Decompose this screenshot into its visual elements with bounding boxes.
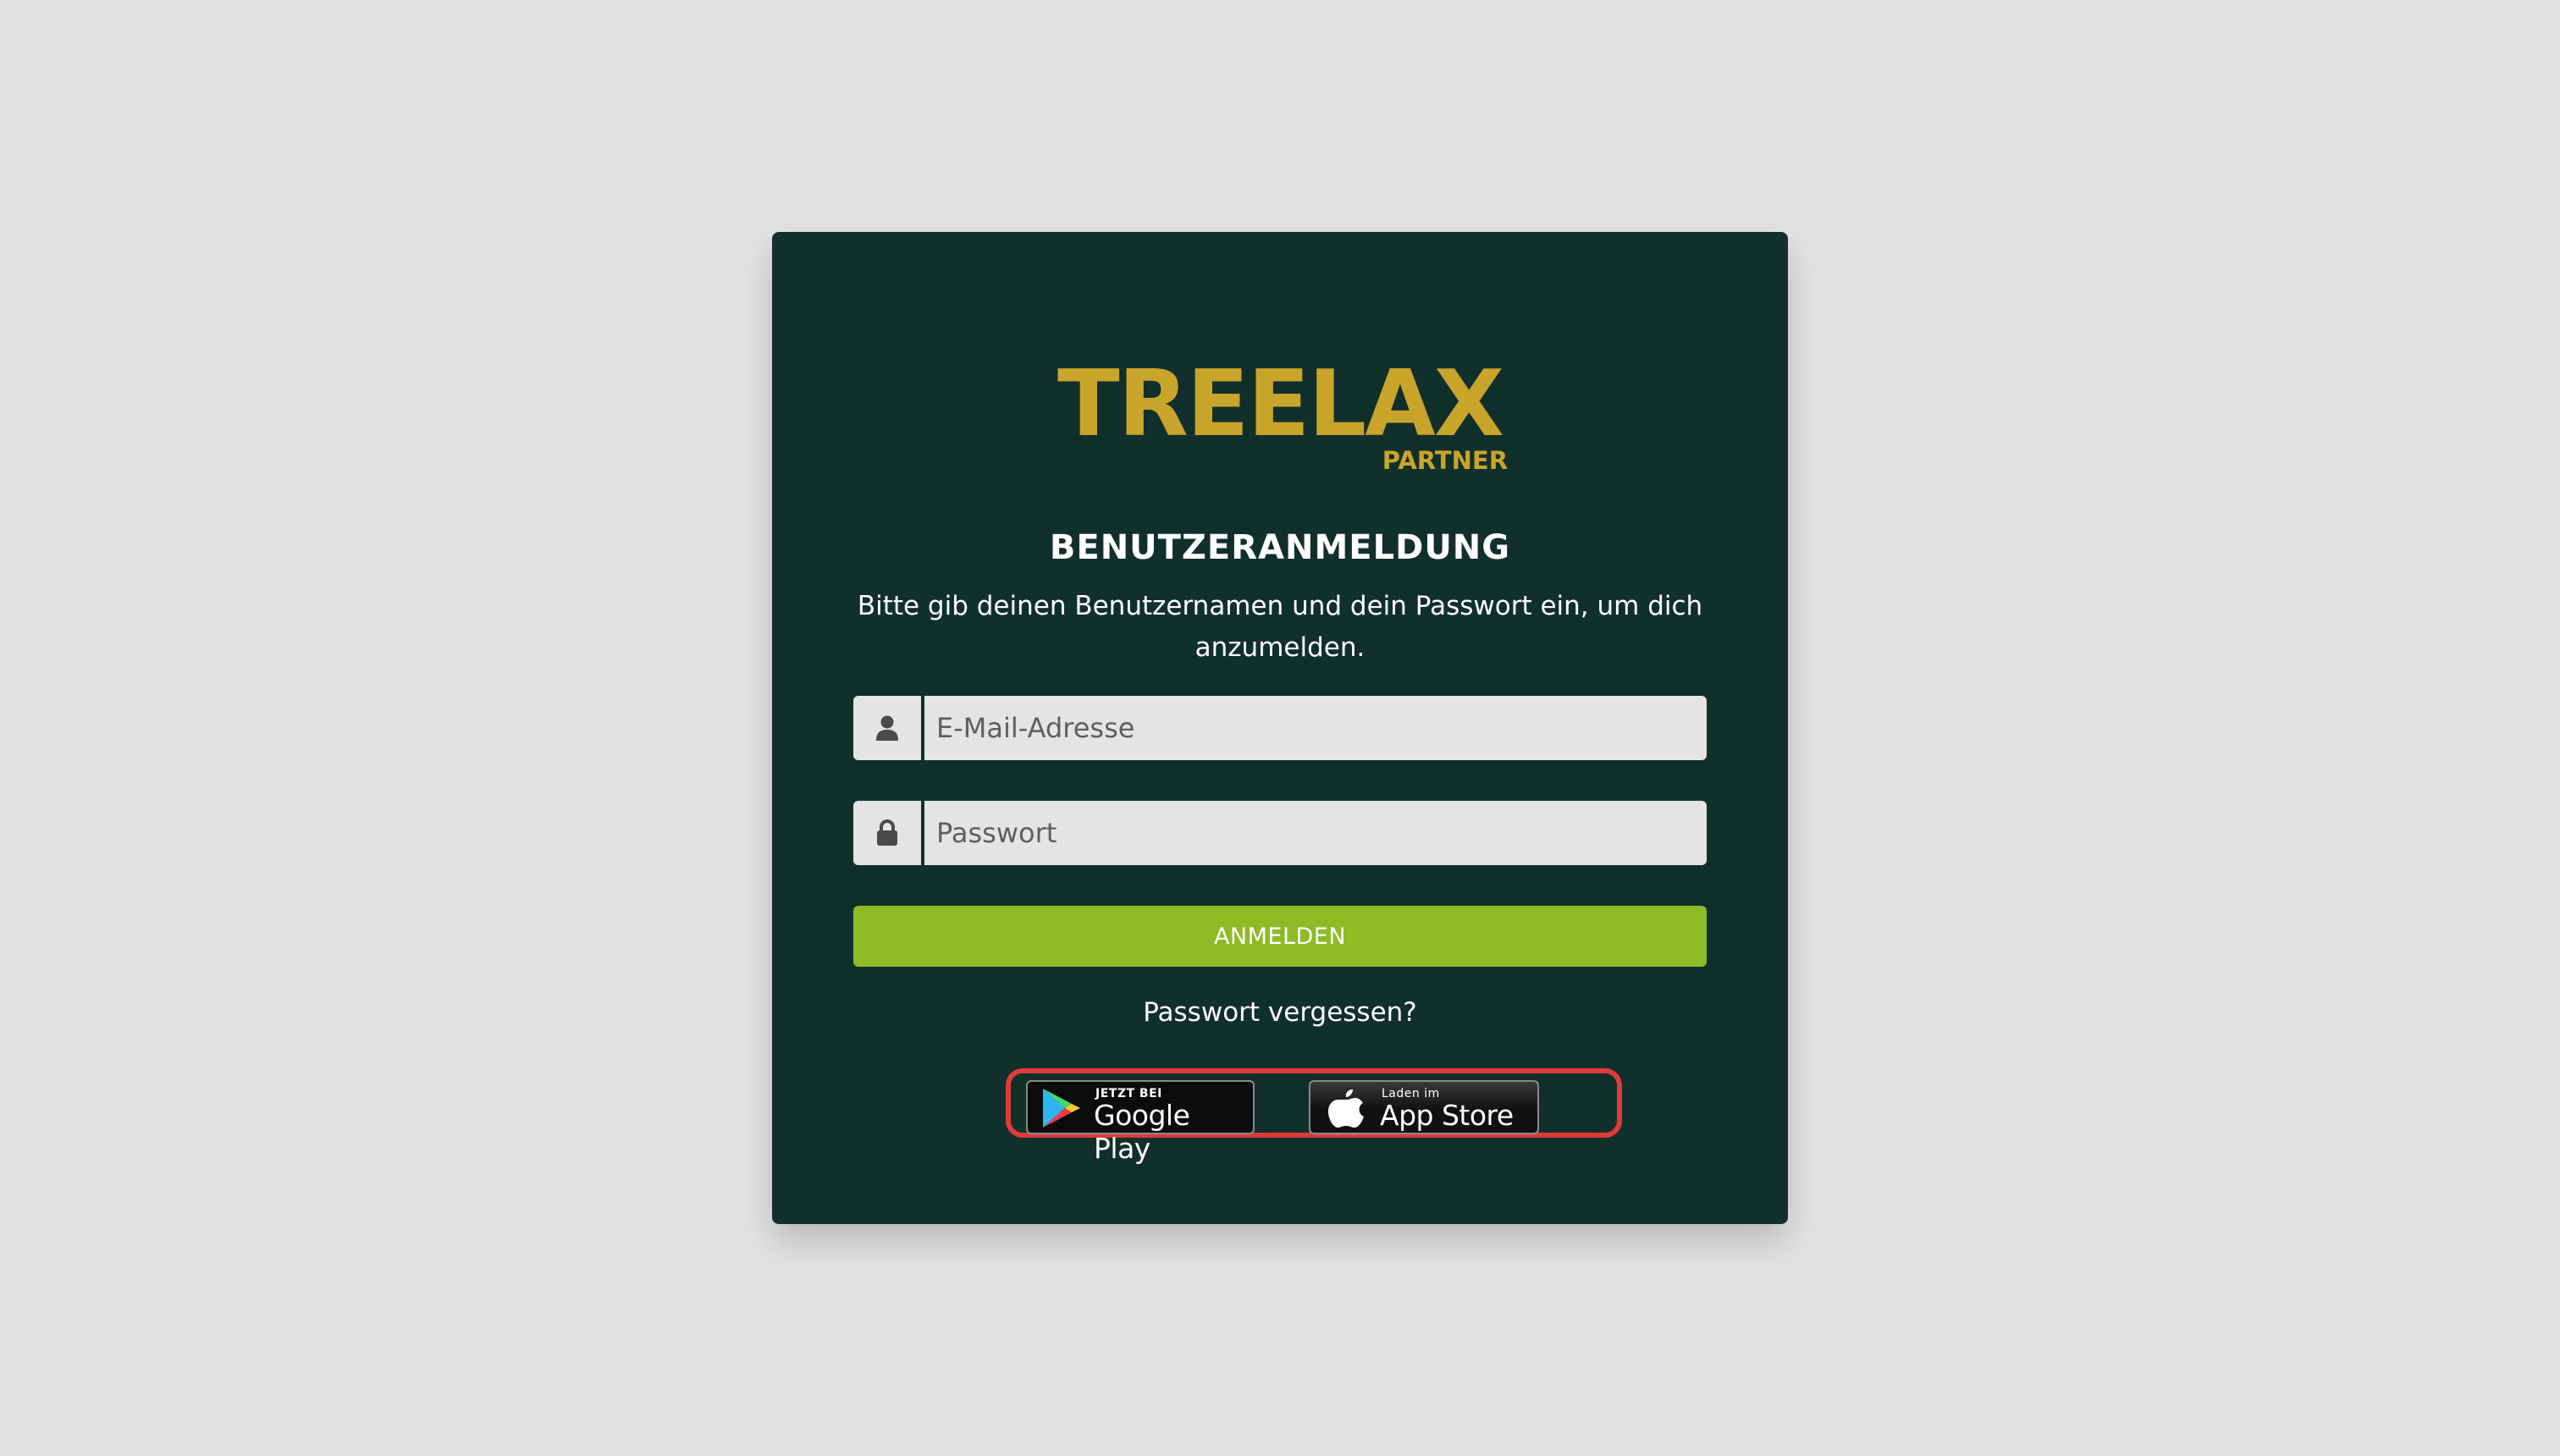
password-field-wrapper — [853, 801, 1707, 865]
apple-icon — [1327, 1087, 1365, 1133]
app-store-badges-highlight: JETZT BEI Google Play Laden im App Store — [1006, 1068, 1622, 1165]
logo: TREELAX PARTNER — [772, 359, 1788, 473]
email-field-wrapper — [853, 696, 1707, 760]
app-store-label: App Store — [1380, 1099, 1514, 1132]
google-play-icon — [1041, 1087, 1082, 1133]
login-heading: BENUTZERANMELDUNG — [1049, 528, 1511, 567]
login-button[interactable]: ANMELDEN — [853, 906, 1707, 967]
login-instructions: Bitte gib deinen Benutzernamen und dein … — [857, 591, 1703, 663]
google-play-label: Google Play — [1094, 1099, 1190, 1165]
password-field[interactable] — [924, 801, 1698, 865]
google-play-badge[interactable]: JETZT BEI Google Play — [1026, 1080, 1255, 1165]
logo-wordmark: TREELAX PARTNER — [1057, 359, 1508, 473]
app-store-badge[interactable]: Laden im App Store — [1309, 1080, 1539, 1134]
login-card: TREELAX PARTNER BENUTZERANMELDUNG Bitte … — [772, 232, 1788, 1224]
email-field[interactable] — [924, 696, 1698, 760]
forgot-password-link[interactable]: Passwort vergessen? — [772, 997, 1788, 1028]
logo-subtitle: PARTNER — [1382, 446, 1509, 475]
user-icon — [853, 696, 921, 760]
logo-text: TREELAX — [1057, 351, 1504, 457]
lock-icon — [853, 801, 921, 865]
